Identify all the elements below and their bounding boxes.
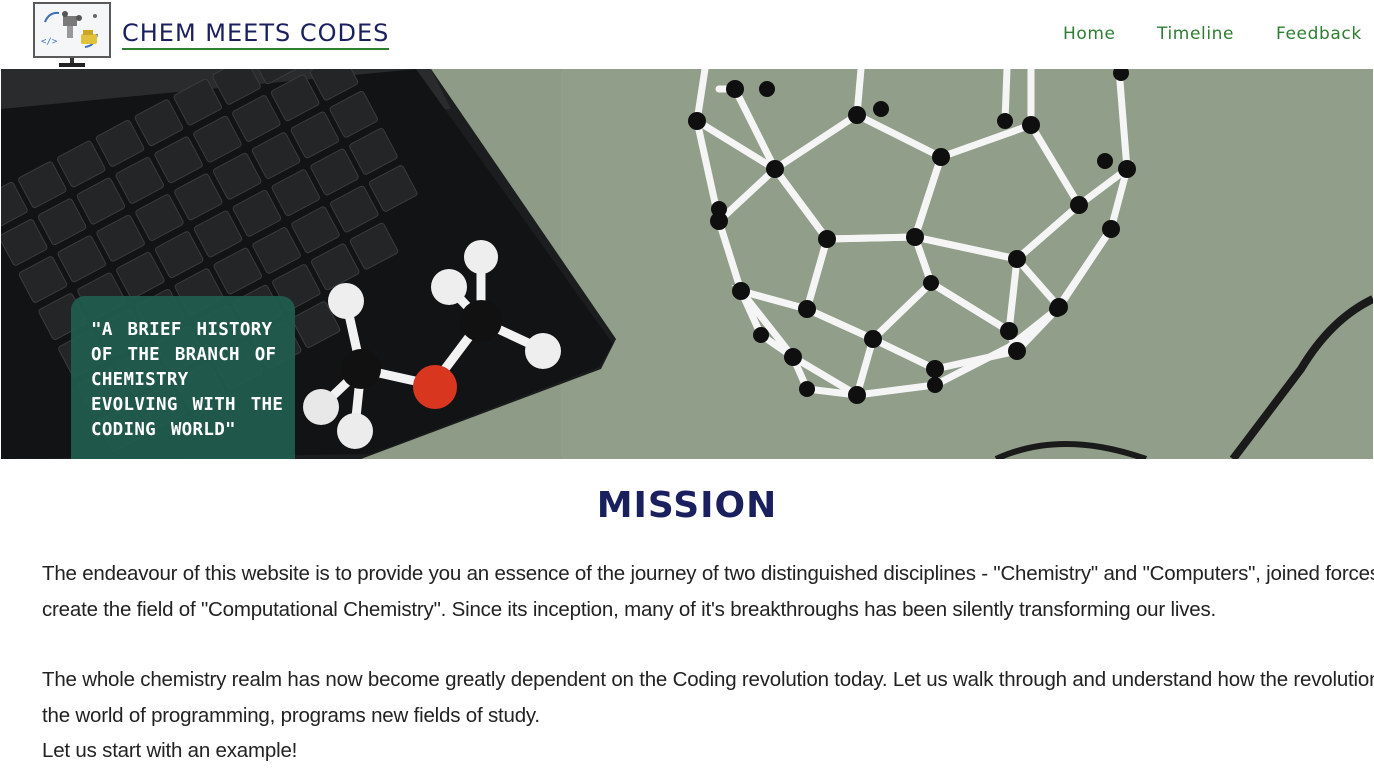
hero-quote-card: "A BRIEF HISTORY OF THE BRANCH OF CHEMIS…	[71, 296, 295, 459]
nav-feedback[interactable]: Feedback	[1276, 24, 1362, 44]
svg-text:</>: </>	[41, 37, 58, 47]
mission-paragraph-line: create the field of "Computational Chemi…	[42, 597, 1217, 621]
mission-paragraph-1: The endeavour of this website is to prov…	[42, 556, 1374, 627]
nav-home[interactable]: Home	[1063, 24, 1116, 44]
brand-title-link[interactable]: CHEM MEETS CODES	[122, 18, 390, 50]
logo-foot	[59, 63, 85, 67]
nav-timeline[interactable]: Timeline	[1157, 24, 1234, 44]
hero-banner: "A BRIEF HISTORY OF THE BRANCH OF CHEMIS…	[1, 69, 1373, 459]
hero-quote-line: OF THE BRANCH OF	[91, 345, 277, 365]
site-header: </> CHEM MEETS CODES Home Timeline Feedb…	[0, 0, 1374, 69]
hero-quote-text: "A BRIEF HISTORY OF THE BRANCH OF CHEMIS…	[91, 318, 284, 443]
hero-quote-line: CODING WORLD"	[91, 420, 236, 440]
site-logo[interactable]: </>	[33, 2, 113, 68]
chemistry-computer-logo-icon: </>	[33, 2, 111, 58]
mission-paragraph-line: The whole chemistry realm has now become…	[42, 668, 1374, 691]
mission-heading: MISSION	[596, 485, 778, 526]
mission-paragraph-line: Let us start with an example!	[42, 739, 298, 762]
hero-quote-line: EVOLVING WITH THE	[91, 395, 284, 415]
mission-paragraph-line: the world of programming, programs new f…	[42, 703, 540, 727]
hero-quote-line: CHEMISTRY	[91, 370, 189, 390]
mission-paragraph-2: The whole chemistry realm has now become…	[42, 662, 1374, 769]
mission-paragraph-line: The endeavour of this website is to prov…	[42, 562, 1374, 585]
hero-quote-line: "A BRIEF HISTORY	[91, 320, 273, 340]
